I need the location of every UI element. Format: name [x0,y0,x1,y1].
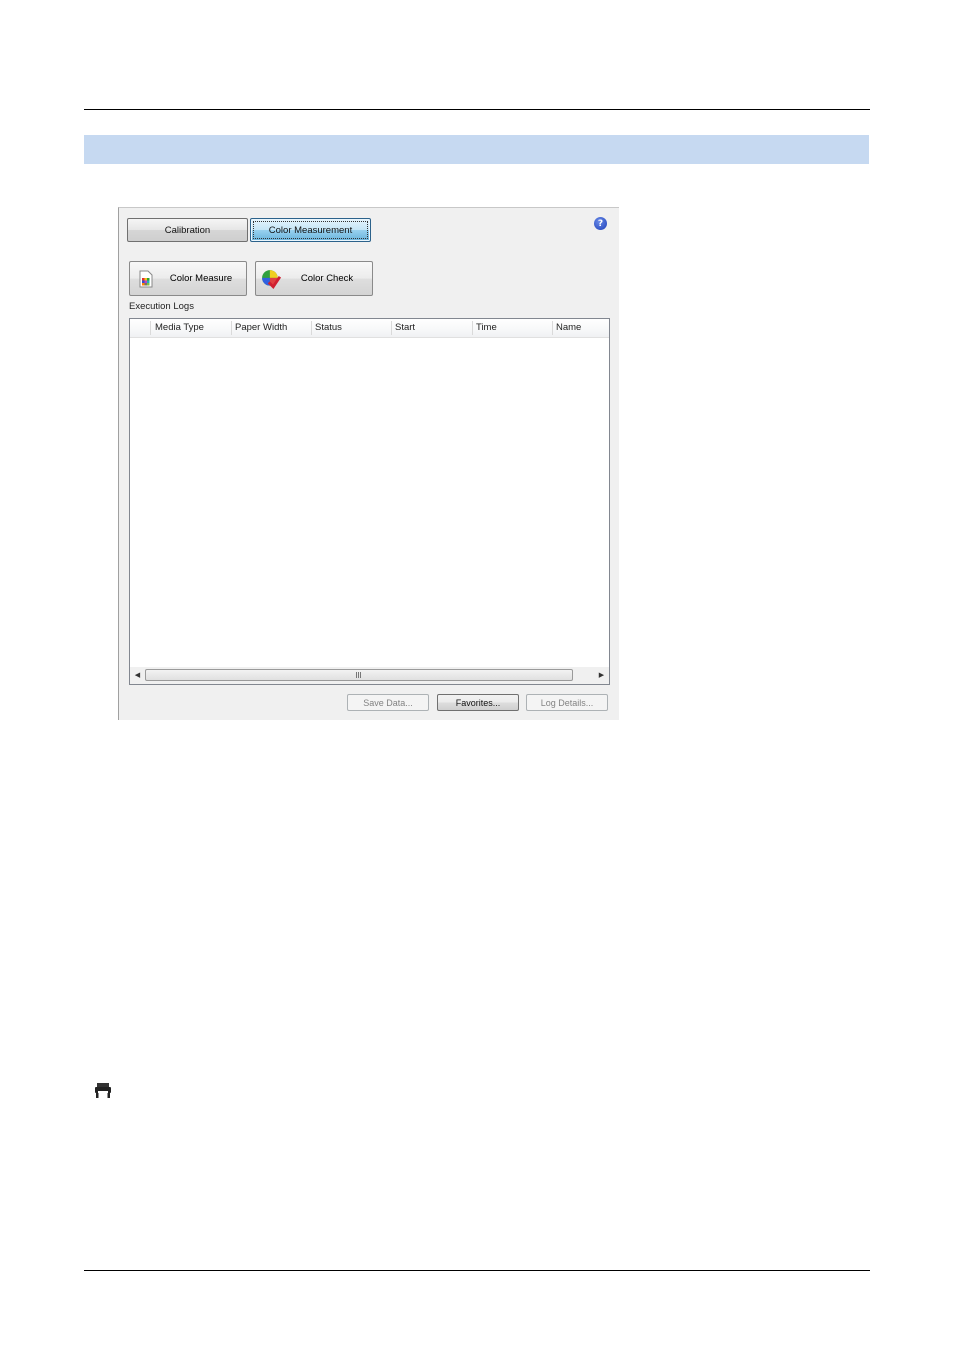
scroll-right-icon[interactable]: ▶ [594,667,609,684]
color-measurement-panel: Calibration Color Measurement ? Color Me… [118,207,619,720]
column-header-time[interactable]: Time [472,319,552,337]
save-data-label: Save Data... [363,697,413,708]
color-chart-icon [139,270,153,288]
execution-logs-label: Execution Logs [129,301,194,312]
scroll-left-icon[interactable]: ◀ [130,667,145,684]
execution-logs-list[interactable]: Media Type Paper Width Status Start Time… [129,318,610,685]
header-rule [84,109,870,110]
favorites-button[interactable]: Favorites... [437,694,519,711]
footer-rule [84,1270,870,1271]
scrollbar-thumb[interactable] [145,669,573,681]
tab-color-measurement-label: Color Measurement [268,224,353,236]
column-header-paper-width[interactable]: Paper Width [231,319,311,337]
help-icon[interactable]: ? [594,217,607,230]
log-list-header: Media Type Paper Width Status Start Time… [130,319,609,338]
printer-icon [95,1083,111,1098]
save-data-button[interactable]: Save Data... [347,694,429,711]
column-header-status[interactable]: Status [311,319,391,337]
scrollbar-grip-icon [356,672,362,678]
section-heading-bar [84,135,869,164]
log-details-button[interactable]: Log Details... [526,694,608,711]
color-wheel-check-icon [262,270,281,289]
tab-calibration[interactable]: Calibration [127,218,248,242]
tab-color-measurement[interactable]: Color Measurement [250,218,371,242]
horizontal-scrollbar[interactable]: ◀ ▶ [130,667,609,684]
favorites-label: Favorites... [455,697,501,708]
log-details-label: Log Details... [540,697,594,708]
color-check-label: Color Check [300,273,354,284]
column-header-start[interactable]: Start [391,319,472,337]
color-measure-label: Color Measure [169,273,233,284]
tab-calibration-label: Calibration [164,224,211,236]
color-measure-button[interactable]: Color Measure [129,261,247,296]
column-header-name[interactable]: Name [552,319,609,337]
color-check-button[interactable]: Color Check [255,261,373,296]
column-header-media-type[interactable]: Media Type [151,319,231,337]
